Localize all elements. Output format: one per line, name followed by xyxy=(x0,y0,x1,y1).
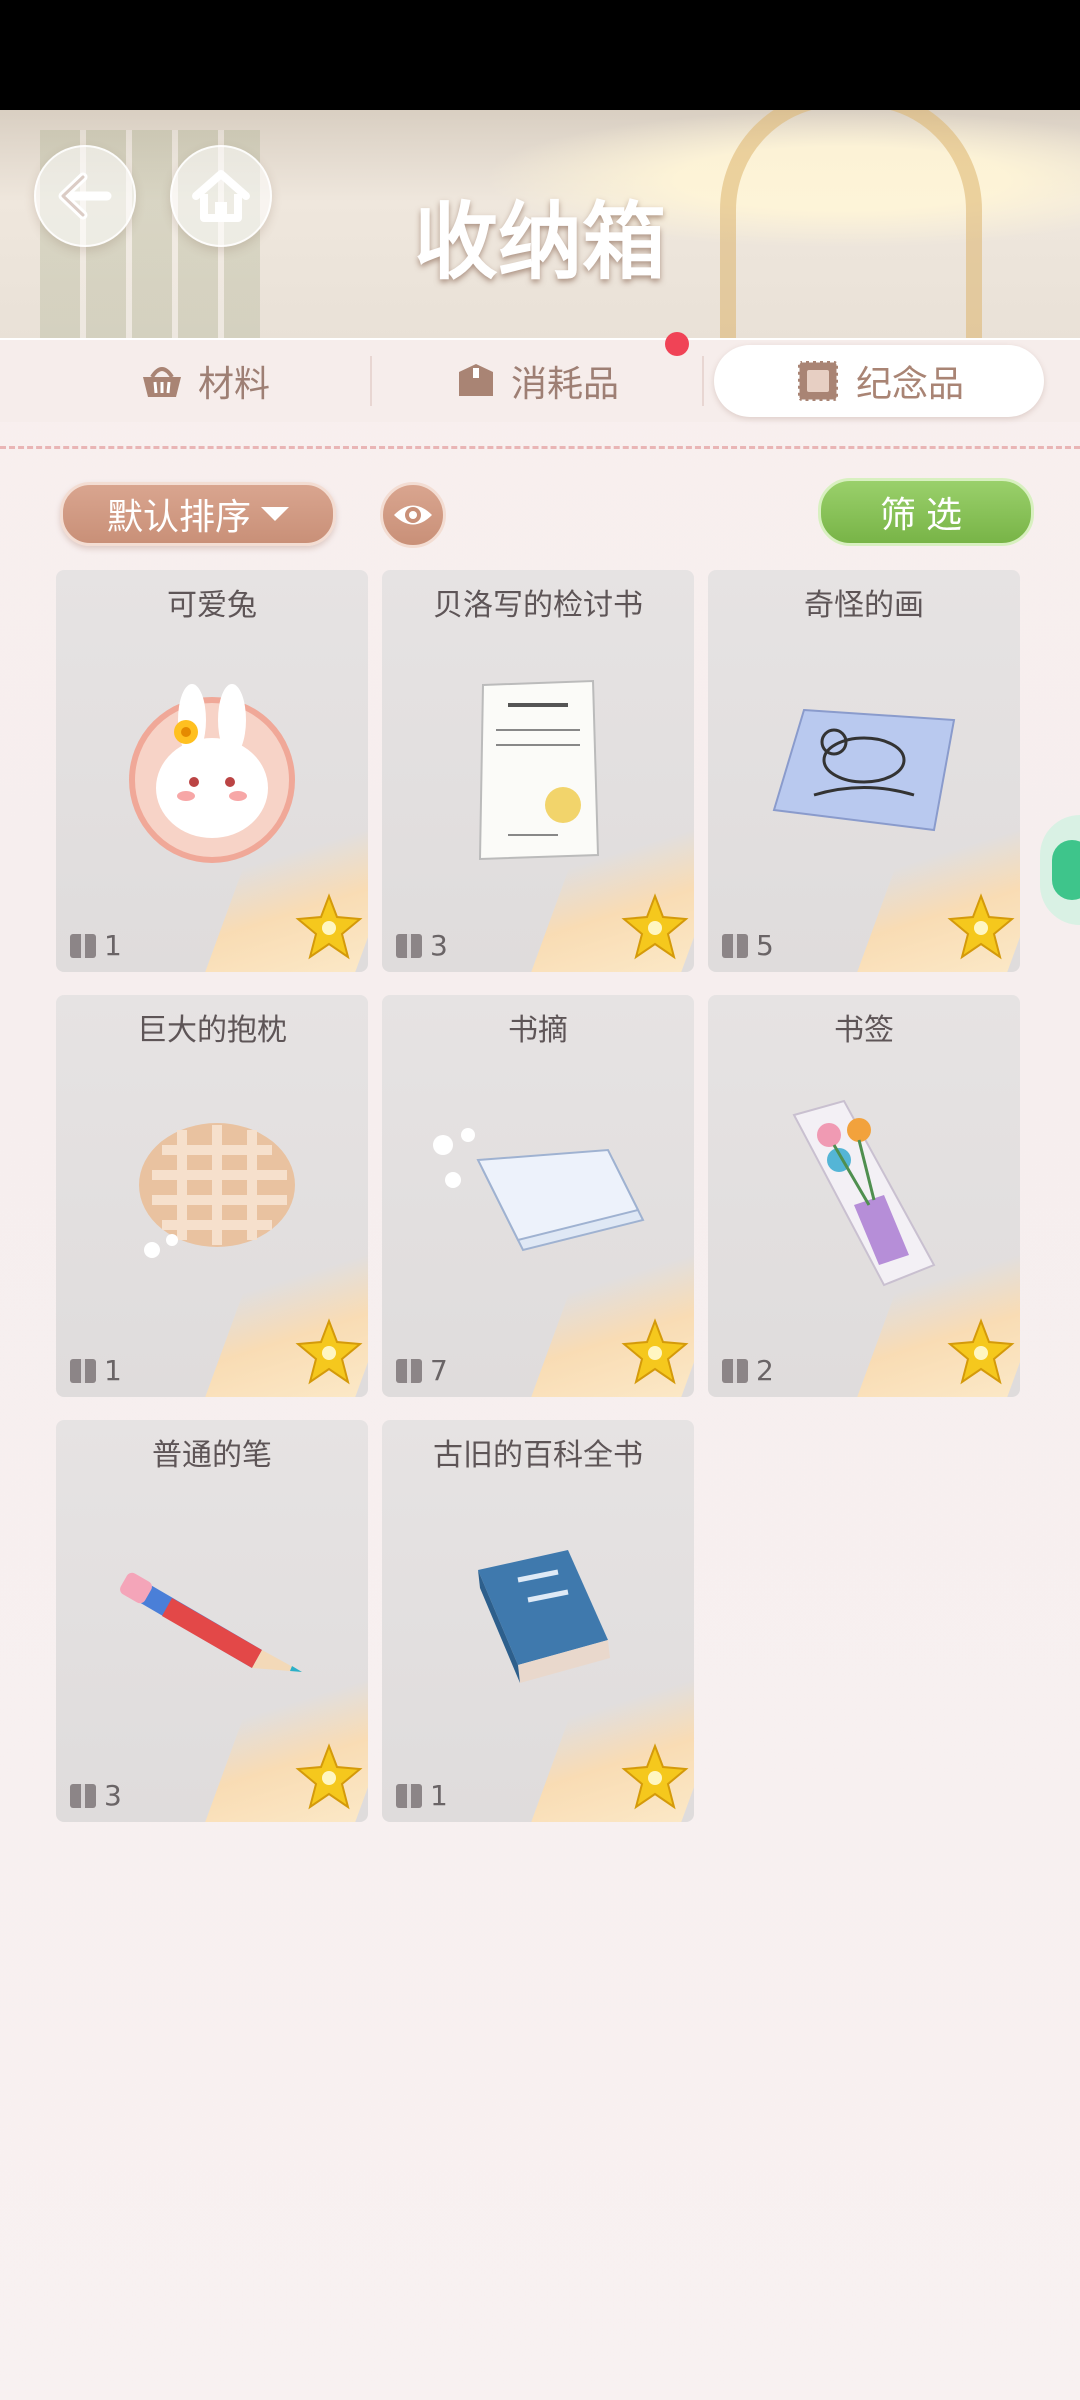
status-bar xyxy=(0,0,1080,110)
strange-drawing-image xyxy=(708,630,1020,910)
item-card[interactable]: 书摘 7 xyxy=(382,995,694,1397)
visibility-toggle[interactable] xyxy=(380,482,446,548)
item-card[interactable]: 巨大的抱枕 1 xyxy=(56,995,368,1397)
star-rating-icon xyxy=(294,1317,364,1391)
item-card[interactable]: 可爱兔 1 xyxy=(56,570,368,972)
item-card[interactable]: 古旧的百科全书 1 xyxy=(382,1420,694,1822)
tab-consumables[interactable]: 消耗品 xyxy=(372,345,702,417)
tab-materials[interactable]: 材料 xyxy=(40,345,370,417)
pillow-image xyxy=(56,1055,368,1335)
item-card[interactable]: 普通的笔 3 xyxy=(56,1420,368,1822)
tab-materials-label: 材料 xyxy=(197,364,270,405)
tab-souvenirs[interactable]: 纪念品 xyxy=(714,345,1044,417)
item-count: 5 xyxy=(722,929,774,962)
star-rating-icon xyxy=(620,892,690,966)
star-rating-icon xyxy=(294,892,364,966)
tab-consumables-label: 消耗品 xyxy=(510,364,619,405)
excerpt-papers-image xyxy=(382,1055,694,1335)
tab-souvenirs-label: 纪念品 xyxy=(855,364,964,405)
item-name: 巨大的抱枕 xyxy=(137,1013,287,1048)
item-count: 3 xyxy=(70,1779,122,1812)
item-count: 2 xyxy=(722,1354,774,1387)
rabbit-badge-image xyxy=(56,630,368,910)
star-rating-icon xyxy=(294,1742,364,1816)
item-count: 3 xyxy=(396,929,448,962)
item-name: 可爱兔 xyxy=(167,588,257,623)
star-rating-icon xyxy=(946,1317,1016,1391)
storage-box-icon xyxy=(722,1358,748,1383)
encyclopedia-image xyxy=(382,1480,694,1760)
item-name: 书摘 xyxy=(508,1013,568,1048)
chevron-down-icon xyxy=(261,507,289,521)
notification-badge xyxy=(665,332,689,356)
page-title: 收纳箱 xyxy=(413,192,666,291)
star-rating-icon xyxy=(620,1317,690,1391)
item-card[interactable]: 书签 2 xyxy=(708,995,1020,1397)
item-name: 奇怪的画 xyxy=(804,588,924,623)
item-count: 1 xyxy=(70,1354,122,1387)
storage-box-icon xyxy=(396,1358,422,1383)
item-count: 1 xyxy=(70,929,122,962)
item-name: 普通的笔 xyxy=(152,1438,272,1473)
divider xyxy=(0,446,1080,449)
pencil-image xyxy=(56,1480,368,1760)
item-count: 1 xyxy=(396,1779,448,1812)
tab-bar: 材料 消耗品 纪念品 xyxy=(0,338,1080,422)
box-icon xyxy=(455,360,497,402)
storage-box-icon xyxy=(70,933,96,958)
item-name: 书签 xyxy=(834,1013,894,1048)
storage-box-icon xyxy=(396,1783,422,1808)
item-card[interactable]: 奇怪的画 5 xyxy=(708,570,1020,972)
sort-label: 默认排序 xyxy=(106,497,251,538)
star-rating-icon xyxy=(946,892,1016,966)
apology-letter-image xyxy=(382,630,694,910)
star-rating-icon xyxy=(620,1742,690,1816)
eye-icon xyxy=(394,505,432,525)
item-count: 7 xyxy=(396,1354,448,1387)
item-card[interactable]: 贝洛写的检讨书 3 xyxy=(382,570,694,972)
sort-dropdown[interactable]: 默认排序 xyxy=(60,482,336,546)
storage-box-icon xyxy=(722,933,748,958)
item-name: 贝洛写的检讨书 xyxy=(433,588,643,623)
bookmark-image xyxy=(708,1055,1020,1335)
item-name: 古旧的百科全书 xyxy=(433,1438,643,1473)
storage-box-icon xyxy=(70,1358,96,1383)
tab-divider xyxy=(702,356,704,406)
basket-icon xyxy=(140,361,184,401)
stamp-icon xyxy=(794,357,842,405)
storage-box-icon xyxy=(396,933,422,958)
side-chat-tab[interactable] xyxy=(1040,815,1080,925)
storage-box-icon xyxy=(70,1783,96,1808)
filter-button[interactable]: 筛选 xyxy=(818,478,1034,546)
